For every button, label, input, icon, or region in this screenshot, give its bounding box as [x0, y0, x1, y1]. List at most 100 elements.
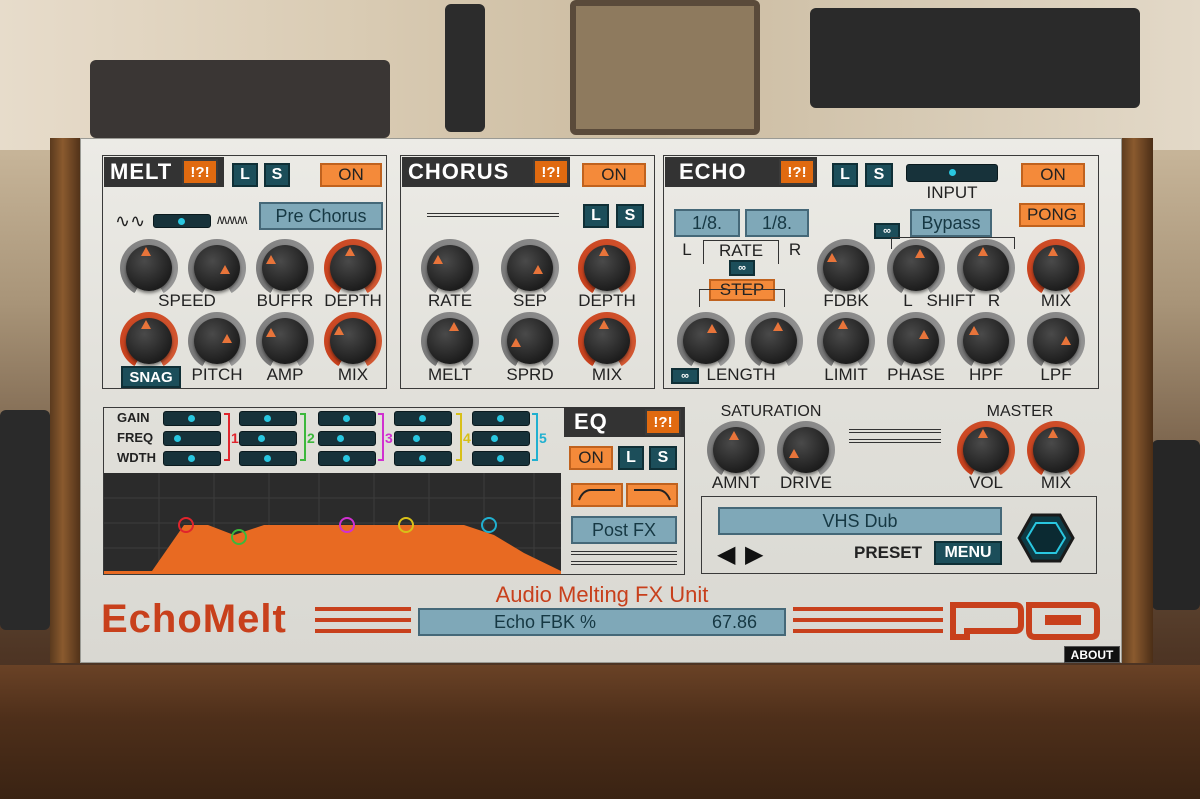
melt-speed-knob-b[interactable] [188, 239, 246, 297]
chorus-sprd-label: SPRD [506, 365, 554, 384]
eq-band-3-gain-slider[interactable] [318, 411, 376, 426]
chorus-melt-label: MELT [427, 365, 473, 384]
melt-mode-display[interactable]: Pre Chorus [259, 202, 383, 230]
chorus-on-button[interactable]: ON [582, 163, 646, 187]
eq-highshelf-button[interactable] [626, 483, 678, 507]
echo-phase-knob[interactable] [887, 312, 945, 370]
echo-shift-right-knob[interactable] [957, 239, 1015, 297]
eq-band-2-number: 2 [307, 430, 315, 446]
melt-snag-knob[interactable] [120, 312, 178, 370]
melt-on-button[interactable]: ON [320, 163, 382, 187]
saturation-divider [849, 429, 941, 433]
melt-s-button[interactable]: S [264, 163, 290, 187]
echo-input-slider[interactable] [906, 164, 998, 182]
eq-band-2-freq-slider[interactable] [239, 431, 297, 446]
eq-band-4-gain-slider[interactable] [394, 411, 452, 426]
echo-mix-knob[interactable] [1027, 239, 1085, 297]
master-vol-knob[interactable] [957, 421, 1015, 479]
background-picture-frame [570, 0, 760, 135]
chorus-sep-label: SEP [512, 291, 548, 310]
chorus-depth-knob[interactable] [578, 239, 636, 297]
eq-s-button[interactable]: S [649, 446, 677, 470]
echo-fdbk-knob[interactable] [817, 239, 875, 297]
echo-s-button[interactable]: S [865, 163, 893, 187]
echo-length-link-icon[interactable]: ∞ [671, 368, 699, 384]
melt-pitch-knob[interactable] [188, 312, 246, 370]
eq-gain-label: GAIN [117, 410, 150, 425]
echo-l-button[interactable]: L [832, 163, 858, 187]
echo-pong-button[interactable]: PONG [1019, 203, 1085, 227]
melt-buffr-knob[interactable] [256, 239, 314, 297]
eq-warn-button[interactable]: !?! [645, 409, 681, 435]
echo-fdbk-label: FDBK [823, 291, 869, 310]
eq-band-5-wdth-slider[interactable] [472, 451, 530, 466]
melt-l-button[interactable]: L [232, 163, 258, 187]
eq-band-2-wdth-slider[interactable] [239, 451, 297, 466]
preset-prev-arrow-icon[interactable]: ◀ [717, 540, 735, 569]
eq-band-1-wdth-slider[interactable] [163, 451, 221, 466]
echo-bypass-display[interactable]: Bypass [910, 209, 992, 237]
melt-depth-knob[interactable] [324, 239, 382, 297]
low-shelf-icon [578, 489, 615, 501]
eq-position-display[interactable]: Post FX [571, 516, 677, 544]
eq-band-3-freq-slider[interactable] [318, 431, 376, 446]
echo-rate-link-icon[interactable]: ∞ [729, 260, 755, 276]
eq-divider [571, 551, 677, 555]
chorus-melt-knob[interactable] [421, 312, 479, 370]
eq-lowshelf-button[interactable] [571, 483, 623, 507]
echo-shift-left-knob[interactable] [887, 239, 945, 297]
chorus-rate-knob[interactable] [421, 239, 479, 297]
eq-band-5-freq-slider[interactable] [472, 431, 530, 446]
eq-band-4-wdth-slider[interactable] [394, 451, 452, 466]
eq-band-4-bracket [456, 413, 462, 461]
echo-limit-knob[interactable] [817, 312, 875, 370]
eq-curve-display[interactable] [104, 473, 561, 574]
echo-warn-button[interactable]: !?! [779, 159, 815, 185]
echo-rate-left-display[interactable]: 1/8. [674, 209, 740, 237]
chorus-sep-knob[interactable] [501, 239, 559, 297]
melt-speed-knob-a[interactable] [120, 239, 178, 297]
melt-warn-button[interactable]: !?! [182, 159, 218, 185]
parameter-name: Echo FBK % [494, 611, 597, 632]
melt-amp-knob[interactable] [256, 312, 314, 370]
eq-band-4-freq-slider[interactable] [394, 431, 452, 446]
chorus-warn-button[interactable]: !?! [533, 159, 569, 185]
chorus-mix-knob[interactable] [578, 312, 636, 370]
master-mix-knob[interactable] [1027, 421, 1085, 479]
preset-hexagon-button[interactable] [1017, 513, 1075, 563]
saturation-drive-knob[interactable] [777, 421, 835, 479]
preset-next-arrow-icon[interactable]: ▶ [745, 540, 763, 569]
background-speaker [810, 8, 1140, 108]
saturation-amnt-knob[interactable] [707, 421, 765, 479]
eq-band-3-wdth-slider[interactable] [318, 451, 376, 466]
echo-lpf-knob[interactable] [1027, 312, 1085, 370]
eq-band-2-bracket [300, 413, 306, 461]
eq-band-2-gain-slider[interactable] [239, 411, 297, 426]
echo-length-left-knob[interactable] [677, 312, 735, 370]
eq-divider-2 [571, 561, 677, 565]
about-button[interactable]: ABOUT [1064, 646, 1120, 663]
background-controller [1152, 440, 1200, 610]
melt-mix-knob[interactable] [324, 312, 382, 370]
eq-band-1-gain-slider[interactable] [163, 411, 221, 426]
eq-l-button[interactable]: L [618, 446, 644, 470]
echo-shift-l-label: L [903, 291, 913, 310]
echo-length-right-knob[interactable] [745, 312, 803, 370]
echo-rate-right-display[interactable]: 1/8. [745, 209, 809, 237]
echo-on-button[interactable]: ON [1021, 163, 1085, 187]
preset-menu-button[interactable]: MENU [934, 541, 1002, 565]
chorus-l-button[interactable]: L [583, 204, 609, 228]
echo-hpf-knob[interactable] [957, 312, 1015, 370]
chorus-s-button[interactable]: S [616, 204, 644, 228]
eq-title-text: EQ [574, 409, 608, 434]
melt-wave-slider[interactable] [153, 214, 211, 228]
eq-band-5-gain-slider[interactable] [472, 411, 530, 426]
eq-on-button[interactable]: ON [569, 446, 613, 470]
melt-snag-button[interactable]: SNAG [121, 366, 181, 388]
eq-band-1-freq-slider[interactable] [163, 431, 221, 446]
master-mix-label: MIX [1040, 473, 1072, 492]
eq-freq-label: FREQ [117, 430, 154, 445]
high-shelf-icon [634, 489, 671, 501]
chorus-sprd-knob[interactable] [501, 312, 559, 370]
preset-name-display[interactable]: VHS Dub [718, 507, 1002, 535]
